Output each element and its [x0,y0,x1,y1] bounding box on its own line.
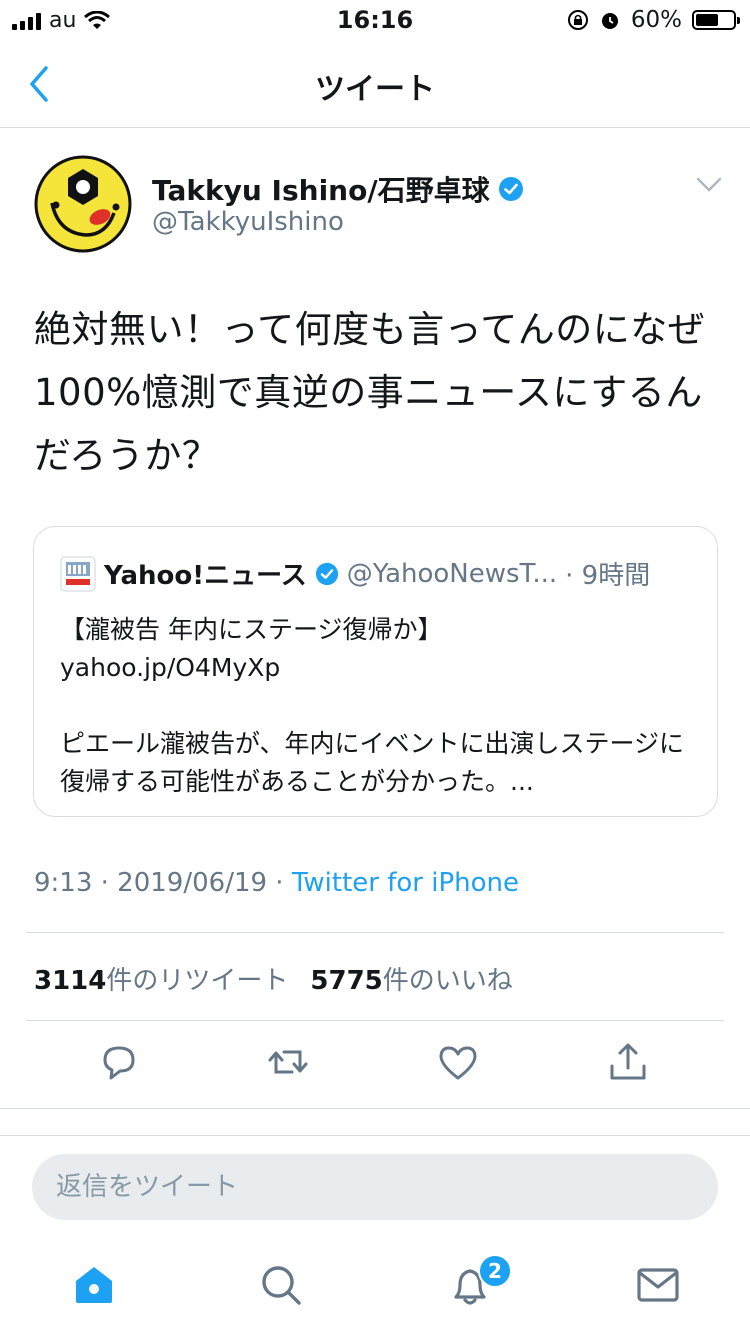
alarm-icon [601,13,618,29]
search-icon[interactable] [257,1261,305,1309]
divider [26,1020,724,1021]
quoted-author-handle: @YahooNewsT... [346,558,558,589]
tweet-timestamp: 9:13 · 2019/06/19 · [34,868,292,898]
battery-percent: 60% [630,7,682,33]
quoted-tweet[interactable]: Yahoo!ニュース @YahooNewsT... · 9時間 【瀧被告 年内に… [33,526,718,817]
likes-label: 件のいいね [382,966,513,996]
divider [26,932,724,933]
quoted-author-name: Yahoo!ニュース [104,561,307,591]
quoted-tweet-body: 【瀧被告 年内にステージ復帰か】 yahoo.jp/O4MyXp ピエール瀧被告… [60,611,700,801]
share-icon[interactable] [606,1040,650,1084]
messages-icon[interactable] [634,1261,682,1309]
divider [0,1108,750,1109]
tweet-stats: 3114件のリツイート 5775件のいいね [34,960,513,997]
home-icon[interactable] [70,1261,118,1309]
retweet-icon[interactable] [266,1040,310,1084]
status-bar: au 16:16 60% [0,0,750,40]
rotation-lock-icon [567,10,588,30]
quoted-tweet-time: · 9時間 [565,561,651,591]
notifications-badge: 2 [478,1254,512,1288]
tab-bar [0,1245,750,1325]
tweet-author: Takkyu Ishino/石野卓球 @TakkyuIshino [34,155,724,255]
retweets-count: 3114 [34,966,107,996]
chevron-down-icon[interactable] [694,173,724,197]
author-name-row[interactable]: Takkyu Ishino/石野卓球 [152,169,524,209]
likes-stat[interactable]: 5775件のいいね [310,960,512,997]
nav-bar: ツイート [0,40,750,128]
yahoo-news-avatar [60,556,96,591]
tweet-meta: 9:13 · 2019/06/19 · Twitter for iPhone [34,868,519,898]
tweet-source-link[interactable]: Twitter for iPhone [292,868,519,898]
status-right: 60% [567,7,740,33]
avatar[interactable] [34,155,132,253]
like-icon[interactable] [436,1040,480,1084]
quoted-summary: ピエール瀧被告が、年内にイベントに出演しステージに復帰する可能性があることが分か… [60,729,685,796]
quoted-tweet-header: Yahoo!ニュース @YahooNewsT... · 9時間 [60,555,690,592]
author-name[interactable]: Takkyu Ishino/石野卓球 [152,169,490,209]
verified-badge-icon [498,177,523,201]
reply-input[interactable] [32,1154,718,1220]
likes-count: 5775 [310,966,383,996]
author-handle[interactable]: @TakkyuIshino [152,207,344,237]
reply-icon[interactable] [97,1040,141,1084]
retweets-stat[interactable]: 3114件のリツイート [34,960,288,997]
verified-badge-icon [315,562,338,585]
tweet-actions [0,1040,750,1092]
quoted-headline: 【瀧被告 年内にステージ復帰か】 [60,615,443,644]
battery-icon [692,10,740,30]
battery-level [696,14,718,26]
quoted-link: yahoo.jp/O4MyXp [60,653,281,682]
tweet-text: 絶対無い！って何度も言ってんのになぜ100%憶測で真逆の事ニュースにするんだろう… [34,308,706,477]
page-title: ツイート [315,72,435,107]
retweets-label: 件のリツイート [106,966,289,996]
